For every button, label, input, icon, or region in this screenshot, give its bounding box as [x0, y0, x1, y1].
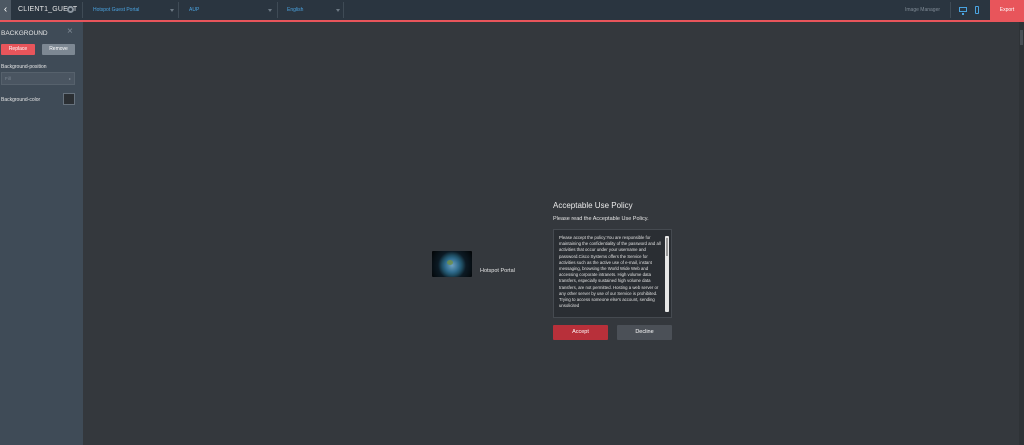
page-select-value: AUP [189, 7, 200, 13]
background-position-label: Background-position [1, 64, 47, 70]
close-icon[interactable]: × [67, 27, 73, 37]
chevron-left-icon[interactable]: ‹ [0, 0, 11, 20]
replace-button[interactable]: Replace [1, 44, 35, 55]
chevron-down-icon: ▸ [68, 76, 71, 81]
aup-title[interactable]: Acceptable Use Policy [553, 201, 633, 210]
language-select-value: English [287, 7, 304, 13]
portal-logo-image[interactable] [432, 251, 472, 277]
page-select[interactable]: AUP [189, 0, 273, 20]
chevron-down-icon [170, 9, 174, 12]
decline-button[interactable]: Decline [617, 325, 672, 340]
background-position-value: Fill [5, 76, 11, 81]
gear-icon[interactable] [67, 6, 74, 13]
canvas-scrollbar[interactable] [1019, 22, 1024, 445]
divider [82, 2, 83, 18]
aup-text: Please accept the policy:You are respons… [559, 235, 661, 309]
divider [277, 2, 278, 18]
background-color-swatch[interactable] [63, 93, 75, 105]
portal-name[interactable]: Hotspot Portal [480, 268, 515, 274]
remove-button[interactable]: Remove [42, 44, 75, 55]
background-color-label: Background-color [1, 97, 41, 103]
mobile-icon[interactable] [975, 6, 979, 14]
aup-subtitle[interactable]: Please read the Acceptable Use Policy. [553, 216, 649, 222]
aup-text-box[interactable]: Please accept the policy:You are respons… [553, 229, 672, 318]
divider [343, 2, 344, 18]
aup-scrollbar-thumb[interactable] [666, 238, 668, 256]
canvas-scrollbar-thumb[interactable] [1020, 30, 1023, 45]
portal-select-value: Hotspot Guest Portal [93, 7, 140, 13]
divider [178, 2, 179, 18]
background-position-select[interactable]: Fill ▸ [1, 72, 75, 85]
export-button[interactable]: Export [990, 0, 1024, 20]
portal-select[interactable]: Hotspot Guest Portal [93, 0, 174, 20]
image-manager-link[interactable]: Image Manager [905, 0, 940, 20]
chevron-down-icon [268, 9, 272, 12]
desktop-icon[interactable] [959, 7, 967, 15]
sidebar-title: BACKGROUND [1, 30, 48, 37]
divider [950, 2, 951, 18]
properties-sidebar: BACKGROUND × Replace Remove Background-p… [0, 22, 83, 445]
language-select[interactable]: English [287, 0, 340, 20]
accept-button[interactable]: Accept [553, 325, 608, 340]
chevron-down-icon [336, 9, 340, 12]
top-bar: ‹ CLIENT1_GUEST Hotspot Guest Portal AUP… [0, 0, 1024, 22]
